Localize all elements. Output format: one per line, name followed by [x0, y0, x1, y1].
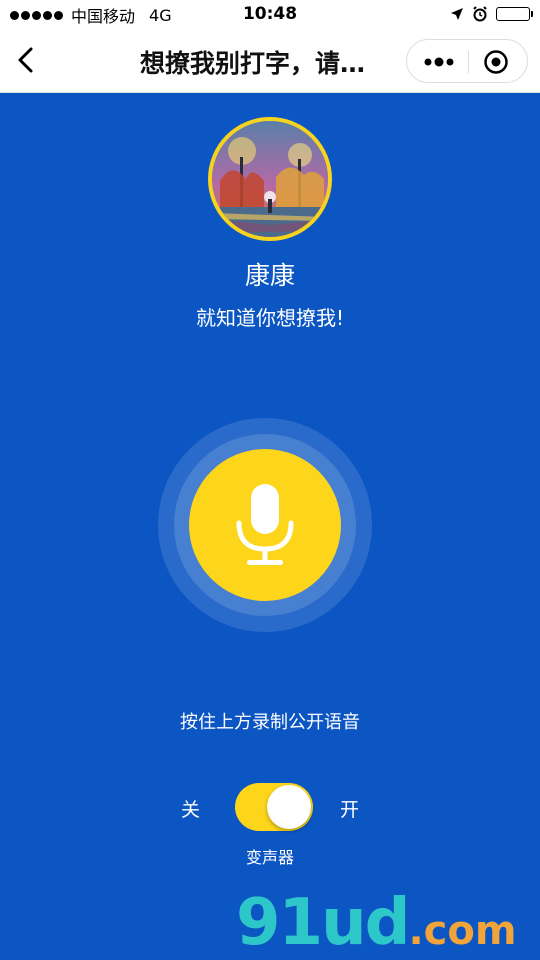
- target-close-icon[interactable]: [483, 49, 509, 75]
- screen: 中国移动 4G 10:48 想撩我别打字，请… 康康 就知道你想撩我! 按住上方…: [0, 0, 540, 960]
- avatar-painting: [212, 121, 328, 237]
- back-button[interactable]: [12, 45, 42, 75]
- record-hint: 按住上方录制公开语音: [180, 712, 360, 733]
- location-arrow-icon: [451, 8, 463, 20]
- tagline: 就知道你想撩我!: [195, 306, 345, 330]
- chevron-left-icon: [18, 47, 33, 73]
- record-button[interactable]: [189, 449, 341, 601]
- more-dots-icon[interactable]: [421, 50, 457, 74]
- page-title: 想撩我别打字，请…: [140, 49, 366, 78]
- capsule-divider: [468, 51, 469, 73]
- toggle-knob: [267, 785, 311, 829]
- nav-bar: 想撩我别打字，请…: [0, 30, 540, 93]
- watermark-logo: 91ud.com: [236, 886, 526, 960]
- status-bar: 中国移动 4G 10:48: [0, 0, 540, 30]
- watermark-main: 91ud: [236, 886, 410, 960]
- voice-changer-toggle[interactable]: [235, 783, 313, 831]
- toggle-off-label: 关: [181, 799, 201, 821]
- avatar: [208, 117, 332, 241]
- capsule-menu: [406, 39, 528, 83]
- voice-changer-caption: 变声器: [245, 848, 294, 867]
- battery-icon: [496, 7, 533, 21]
- toggle-on-label: 开: [340, 799, 360, 821]
- microphone-icon: [236, 484, 294, 565]
- nickname: 康康: [244, 261, 295, 290]
- watermark-suffix: .com: [408, 908, 517, 954]
- alarm-icon: [473, 6, 487, 22]
- status-right: [450, 6, 533, 22]
